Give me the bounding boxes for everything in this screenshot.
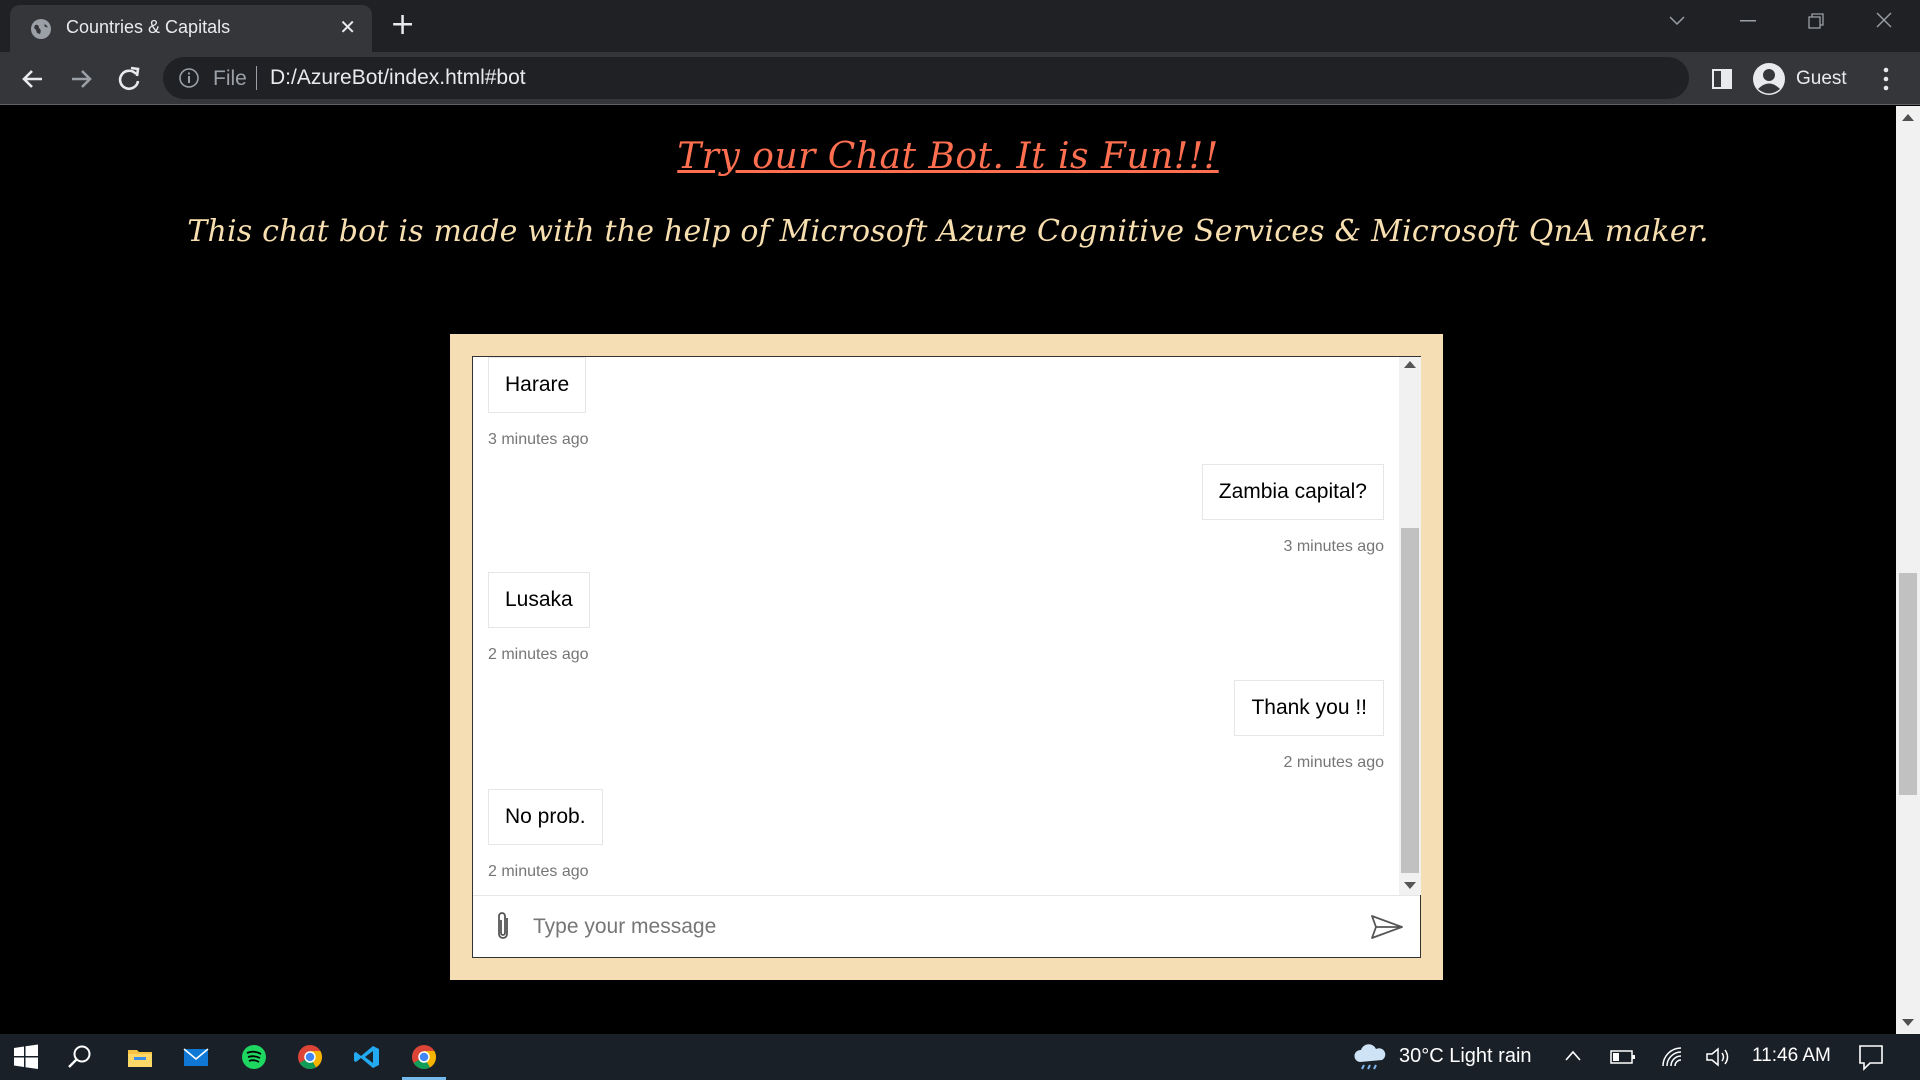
chat-widget: Harare 3 minutes ago Zambia capital? 3 m… [472, 356, 1421, 958]
browser-tab[interactable]: Countries & Capitals ✕ [10, 5, 372, 52]
mail-icon[interactable] [182, 1043, 210, 1071]
chat-widget-frame: Harare 3 minutes ago Zambia capital? 3 m… [450, 334, 1443, 980]
windows-taskbar: 30°C Light rain 11:46 AM [0, 1034, 1920, 1080]
close-icon[interactable]: ✕ [339, 17, 356, 37]
search-icon[interactable] [66, 1043, 94, 1071]
url-scheme: File [213, 67, 247, 90]
transcript-scrollbar[interactable] [1399, 357, 1421, 895]
page-headline[interactable]: Try our Chat Bot. It is Fun!!! [0, 136, 1896, 177]
paperclip-icon[interactable] [491, 910, 515, 944]
notifications-icon[interactable] [1858, 1043, 1884, 1071]
scroll-up-arrow-icon[interactable] [1404, 361, 1416, 368]
kebab-menu-icon[interactable] [1880, 65, 1892, 93]
forward-arrow-icon[interactable] [64, 62, 98, 96]
scroll-up-arrow-icon[interactable] [1902, 114, 1914, 121]
avatar-icon [1753, 63, 1785, 95]
minimize-icon[interactable] [1740, 20, 1756, 22]
page-subtitle: This chat bot is made with the help of M… [187, 214, 1709, 249]
message-composer [473, 895, 1420, 957]
message-timestamp: 2 minutes ago [488, 863, 589, 880]
vscode-icon[interactable] [353, 1043, 381, 1071]
browser-toolbar: File D:/AzureBot/index.html#bot Guest [0, 52, 1920, 105]
volume-icon[interactable] [1705, 1045, 1731, 1069]
chevron-down-icon[interactable] [1668, 14, 1686, 26]
bot-message: No prob. 2 minutes ago [488, 789, 603, 881]
scroll-down-arrow-icon[interactable] [1404, 882, 1416, 889]
profile-name: Guest [1796, 68, 1847, 89]
browser-tabstrip: Countries & Capitals ✕ + [0, 0, 1920, 52]
chrome-icon[interactable] [296, 1043, 324, 1071]
scroll-thumb[interactable] [1401, 528, 1419, 873]
message-bubble: Thank you !! [1234, 680, 1384, 736]
user-message: Zambia capital? 3 minutes ago [1201, 464, 1384, 556]
side-panel-icon[interactable] [1711, 68, 1733, 90]
url-text[interactable]: D:/AzureBot/index.html#bot [270, 66, 526, 90]
window-close-icon[interactable] [1876, 12, 1892, 28]
chat-transcript[interactable]: Harare 3 minutes ago Zambia capital? 3 m… [473, 357, 1399, 895]
page-scroll-thumb[interactable] [1899, 573, 1917, 795]
bot-message: Lusaka 2 minutes ago [488, 572, 590, 664]
battery-icon[interactable] [1610, 1048, 1636, 1066]
address-bar[interactable]: File D:/AzureBot/index.html#bot [163, 57, 1689, 99]
windows-start-icon[interactable] [12, 1043, 40, 1071]
file-explorer-icon[interactable] [126, 1043, 154, 1071]
user-message: Thank you !! 2 minutes ago [1234, 680, 1384, 772]
chrome-icon[interactable] [410, 1043, 438, 1071]
restore-icon[interactable] [1808, 13, 1824, 29]
globe-icon [31, 19, 51, 39]
message-input[interactable] [533, 908, 1333, 946]
message-timestamp: 3 minutes ago [1283, 538, 1384, 555]
web-page: Try our Chat Bot. It is Fun!!! This chat… [0, 106, 1896, 1034]
message-bubble: No prob. [488, 789, 603, 845]
message-timestamp: 2 minutes ago [1283, 754, 1384, 771]
spotify-icon[interactable] [240, 1043, 268, 1071]
info-icon[interactable] [178, 67, 200, 89]
page-scrollbar[interactable] [1896, 106, 1920, 1034]
message-bubble: Lusaka [488, 572, 590, 628]
message-timestamp: 2 minutes ago [488, 646, 589, 663]
chevron-up-icon[interactable] [1563, 1046, 1583, 1066]
back-arrow-icon[interactable] [16, 62, 50, 96]
tab-title: Countries & Capitals [66, 17, 231, 37]
send-icon[interactable] [1370, 913, 1404, 941]
wifi-icon[interactable] [1660, 1045, 1684, 1069]
message-bubble: Zambia capital? [1201, 464, 1384, 520]
bot-message: Harare 3 minutes ago [488, 357, 589, 449]
omnibox-divider [256, 66, 257, 90]
clock-time[interactable]: 11:46 AM [1752, 1045, 1831, 1067]
scroll-down-arrow-icon[interactable] [1902, 1019, 1914, 1026]
new-tab-button[interactable]: + [390, 10, 415, 40]
weather-text[interactable]: 30°C Light rain [1399, 1045, 1532, 1068]
reload-icon[interactable] [112, 62, 146, 96]
profile-button[interactable]: Guest [1752, 60, 1847, 98]
weather-cloud-icon[interactable] [1352, 1042, 1388, 1070]
message-bubble: Harare [488, 357, 587, 413]
message-timestamp: 3 minutes ago [488, 431, 589, 448]
